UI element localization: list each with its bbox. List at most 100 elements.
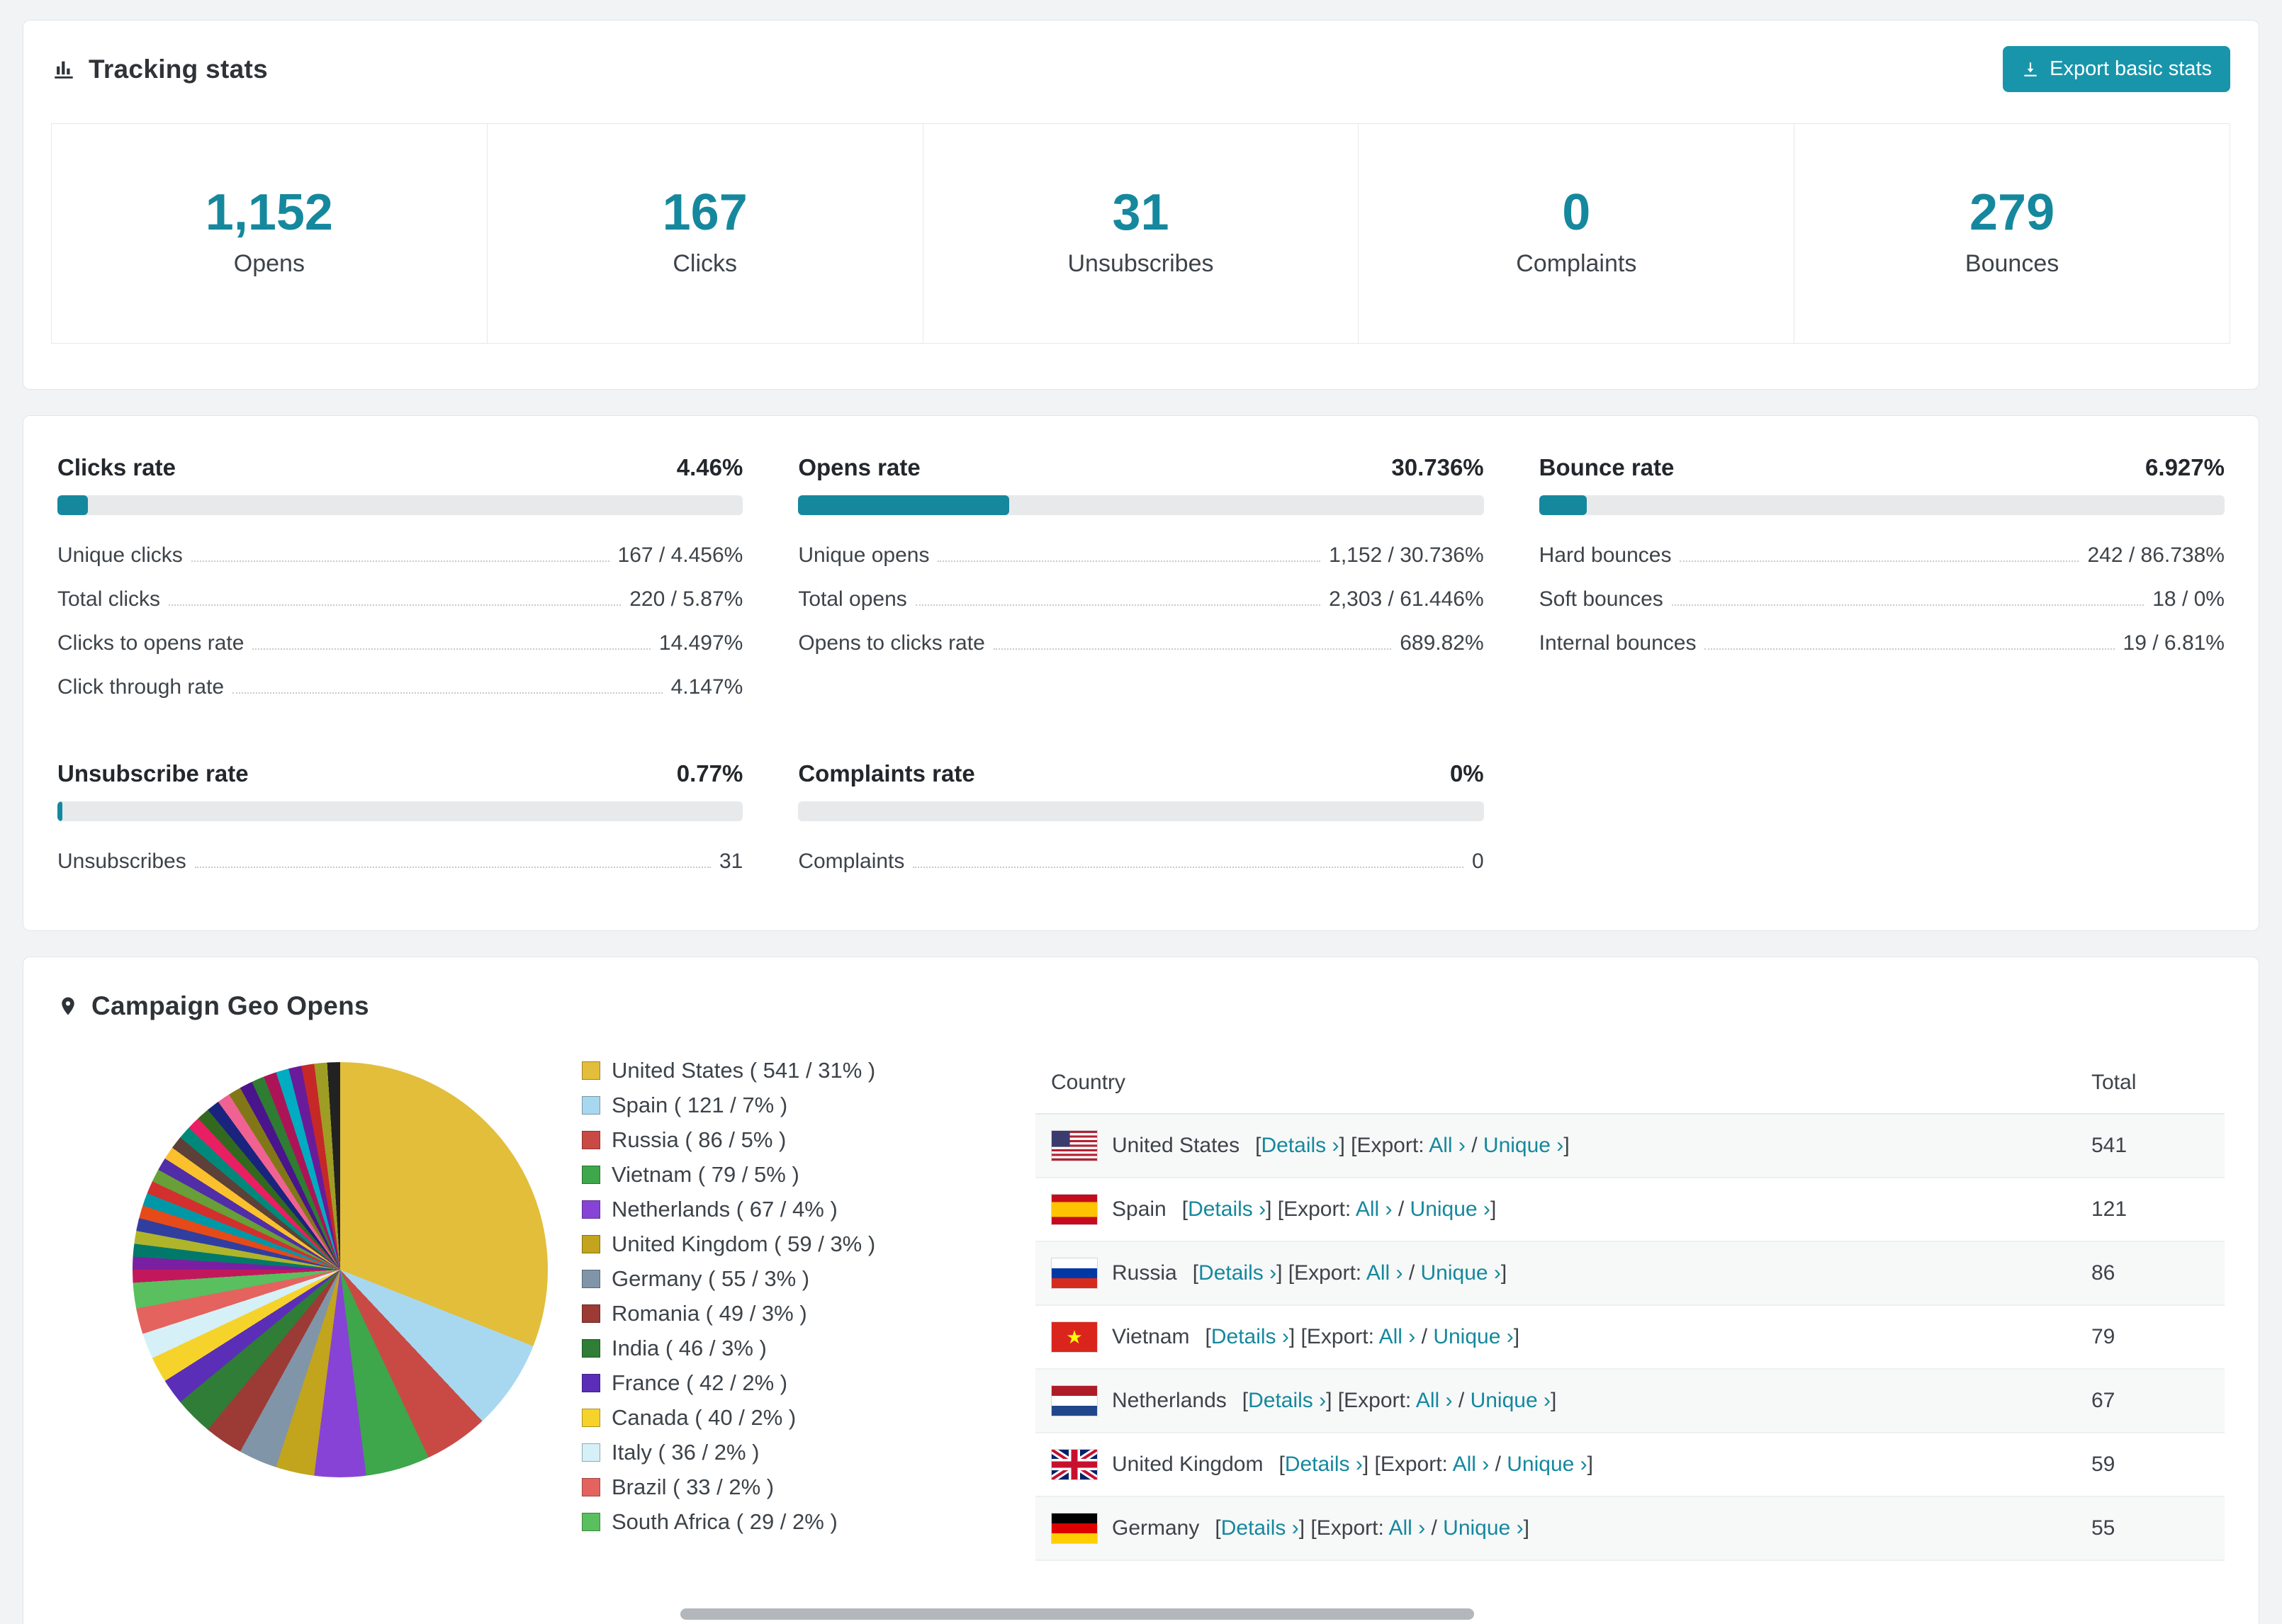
total-value: 55 <box>2076 1496 2225 1561</box>
stat-row-label: Soft bounces <box>1539 587 1663 611</box>
legend-item: Vietnam ( 79 / 5% ) <box>582 1162 1035 1188</box>
export-unique-link[interactable]: Unique › <box>1443 1516 1523 1540</box>
stat-row: Complaints 0 <box>798 840 1483 884</box>
dotted-leader <box>1680 560 2079 562</box>
legend-swatch <box>582 1200 600 1219</box>
dotted-leader <box>191 560 609 562</box>
table-row: Russia [Details ›] [Export: All › / Uniq… <box>1035 1241 2225 1306</box>
details-link[interactable]: Details › <box>1248 1389 1326 1412</box>
bar-chart-icon <box>52 57 76 81</box>
total-value: 67 <box>2076 1369 2225 1433</box>
country-name: Russia <box>1112 1261 1177 1285</box>
dotted-leader <box>915 604 1321 606</box>
total-value: 79 <box>2076 1305 2225 1370</box>
export-basic-stats-button[interactable]: Export basic stats <box>2003 46 2230 92</box>
details-link[interactable]: Details › <box>1261 1134 1339 1157</box>
export-unique-link[interactable]: Unique › <box>1471 1389 1551 1412</box>
stat-row-label: Complaints <box>798 850 905 873</box>
geo-content: United States ( 541 / 31% ) Spain ( 121 … <box>57 1052 2225 1561</box>
details-link[interactable]: Details › <box>1188 1197 1266 1221</box>
stat-row: Click through rate 4.147% <box>57 665 743 709</box>
rate-title: Opens rate <box>798 454 921 480</box>
export-all-link[interactable]: All › <box>1453 1453 1490 1476</box>
legend-label: India ( 46 / 3% ) <box>612 1336 767 1360</box>
table-row: Germany [Details ›] [Export: All › / Uni… <box>1035 1496 2225 1561</box>
table-row: ★ Vietnam [Details ›] [Export: All › / U… <box>1035 1305 2225 1370</box>
horizontal-scrollbar-thumb[interactable] <box>680 1608 1474 1620</box>
rate-value: 0.77% <box>676 760 743 786</box>
rate-block: Bounce rate 6.927% Hard bounces 242 / 86… <box>1539 454 2225 709</box>
details-link[interactable]: Details › <box>1285 1453 1363 1476</box>
geo-opens-header: Campaign Geo Opens <box>57 991 2225 1021</box>
geo-table: Country Total United States [Details ›] … <box>1035 1052 2225 1561</box>
country-name: United Kingdom <box>1112 1453 1264 1476</box>
stat-row-value: 4.147% <box>670 675 743 699</box>
rate-block: Unsubscribe rate 0.77% Unsubscribes 31 <box>57 760 743 884</box>
stat-value: 0 <box>1562 184 1591 241</box>
stat-row-label: Internal bounces <box>1539 631 1697 655</box>
legend-swatch <box>582 1409 600 1427</box>
export-all-link[interactable]: All › <box>1416 1389 1453 1412</box>
details-link[interactable]: Details › <box>1211 1325 1289 1348</box>
flag-icon <box>1051 1130 1098 1161</box>
country-links: [Details ›] [Export: All › / Unique ›] <box>1181 1197 1497 1221</box>
legend-label: Netherlands ( 67 / 4% ) <box>612 1197 838 1222</box>
progress-bar-fill <box>57 801 63 821</box>
export-unique-link[interactable]: Unique › <box>1410 1197 1490 1221</box>
country-cell: Germany [Details ›] [Export: All › / Uni… <box>1051 1513 2060 1544</box>
stat-label: Unsubscribes <box>1067 250 1214 277</box>
country-links: [Details ›] [Export: All › / Unique ›] <box>1205 1325 1520 1348</box>
details-link[interactable]: Details › <box>1198 1261 1276 1285</box>
geo-table-body: United States [Details ›] [Export: All ›… <box>1035 1114 2225 1561</box>
legend-item: India ( 46 / 3% ) <box>582 1336 1035 1361</box>
legend-swatch <box>582 1443 600 1462</box>
details-link[interactable]: Details › <box>1221 1516 1299 1540</box>
export-all-link[interactable]: All › <box>1366 1261 1403 1285</box>
export-unique-link[interactable]: Unique › <box>1421 1261 1501 1285</box>
legend-label: South Africa ( 29 / 2% ) <box>612 1509 838 1534</box>
legend-item: Russia ( 86 / 5% ) <box>582 1127 1035 1153</box>
stat-row: Clicks to opens rate 14.497% <box>57 621 743 665</box>
progress-bar <box>798 801 1484 821</box>
stat-label: Opens <box>233 250 305 277</box>
country-cell: ★ Vietnam [Details ›] [Export: All › / U… <box>1051 1321 2060 1353</box>
rate-value: 0% <box>1449 760 1484 786</box>
stat-row-label: Total clicks <box>57 587 161 611</box>
stat-row-value: 220 / 5.87% <box>629 587 743 611</box>
flag-icon <box>1051 1258 1098 1289</box>
stats-grid: 1,152 Opens 167 Clicks 31 Unsubscribes 0… <box>51 123 2230 344</box>
geo-table-wrap: Country Total United States [Details ›] … <box>1035 1052 2225 1561</box>
stat-row: Total opens 2,303 / 61.446% <box>798 577 1483 621</box>
export-all-link[interactable]: All › <box>1429 1134 1466 1157</box>
total-header: Total <box>2076 1052 2225 1115</box>
progress-bar-fill <box>57 495 89 515</box>
export-unique-link[interactable]: Unique › <box>1507 1453 1587 1476</box>
dotted-leader <box>913 867 1463 868</box>
legend-item: Netherlands ( 67 / 4% ) <box>582 1197 1035 1222</box>
export-all-link[interactable]: All › <box>1379 1325 1416 1348</box>
legend-label: Germany ( 55 / 3% ) <box>612 1266 810 1291</box>
rate-head: Unsubscribe rate 0.77% <box>57 760 743 787</box>
country-header: Country <box>1035 1052 2076 1115</box>
stat-row-value: 167 / 4.456% <box>617 543 743 567</box>
table-row: United States [Details ›] [Export: All ›… <box>1035 1114 2225 1178</box>
legend-swatch <box>582 1304 600 1323</box>
stat-box: 167 Clicks <box>486 123 923 344</box>
progress-bar <box>57 495 743 515</box>
legend-item: Germany ( 55 / 3% ) <box>582 1266 1035 1292</box>
flag-icon <box>1050 1446 1099 1483</box>
total-value: 121 <box>2076 1178 2225 1242</box>
country-links: [Details ›] [Export: All › / Unique ›] <box>1215 1516 1529 1540</box>
legend-item: Canada ( 40 / 2% ) <box>582 1405 1035 1431</box>
stat-row: Internal bounces 19 / 6.81% <box>1539 621 2225 665</box>
rate-block: Clicks rate 4.46% Unique clicks 167 / 4.… <box>57 454 743 709</box>
legend-item: Brazil ( 33 / 2% ) <box>582 1474 1035 1500</box>
export-all-link[interactable]: All › <box>1356 1197 1393 1221</box>
rate-title: Bounce rate <box>1539 454 1675 480</box>
stat-row-value: 18 / 0% <box>2152 587 2225 611</box>
stat-box: 0 Complaints <box>1358 123 1795 344</box>
export-unique-link[interactable]: Unique › <box>1433 1325 1513 1348</box>
export-unique-link[interactable]: Unique › <box>1483 1134 1563 1157</box>
export-all-link[interactable]: All › <box>1388 1516 1425 1540</box>
stat-row-value: 14.497% <box>658 631 743 655</box>
